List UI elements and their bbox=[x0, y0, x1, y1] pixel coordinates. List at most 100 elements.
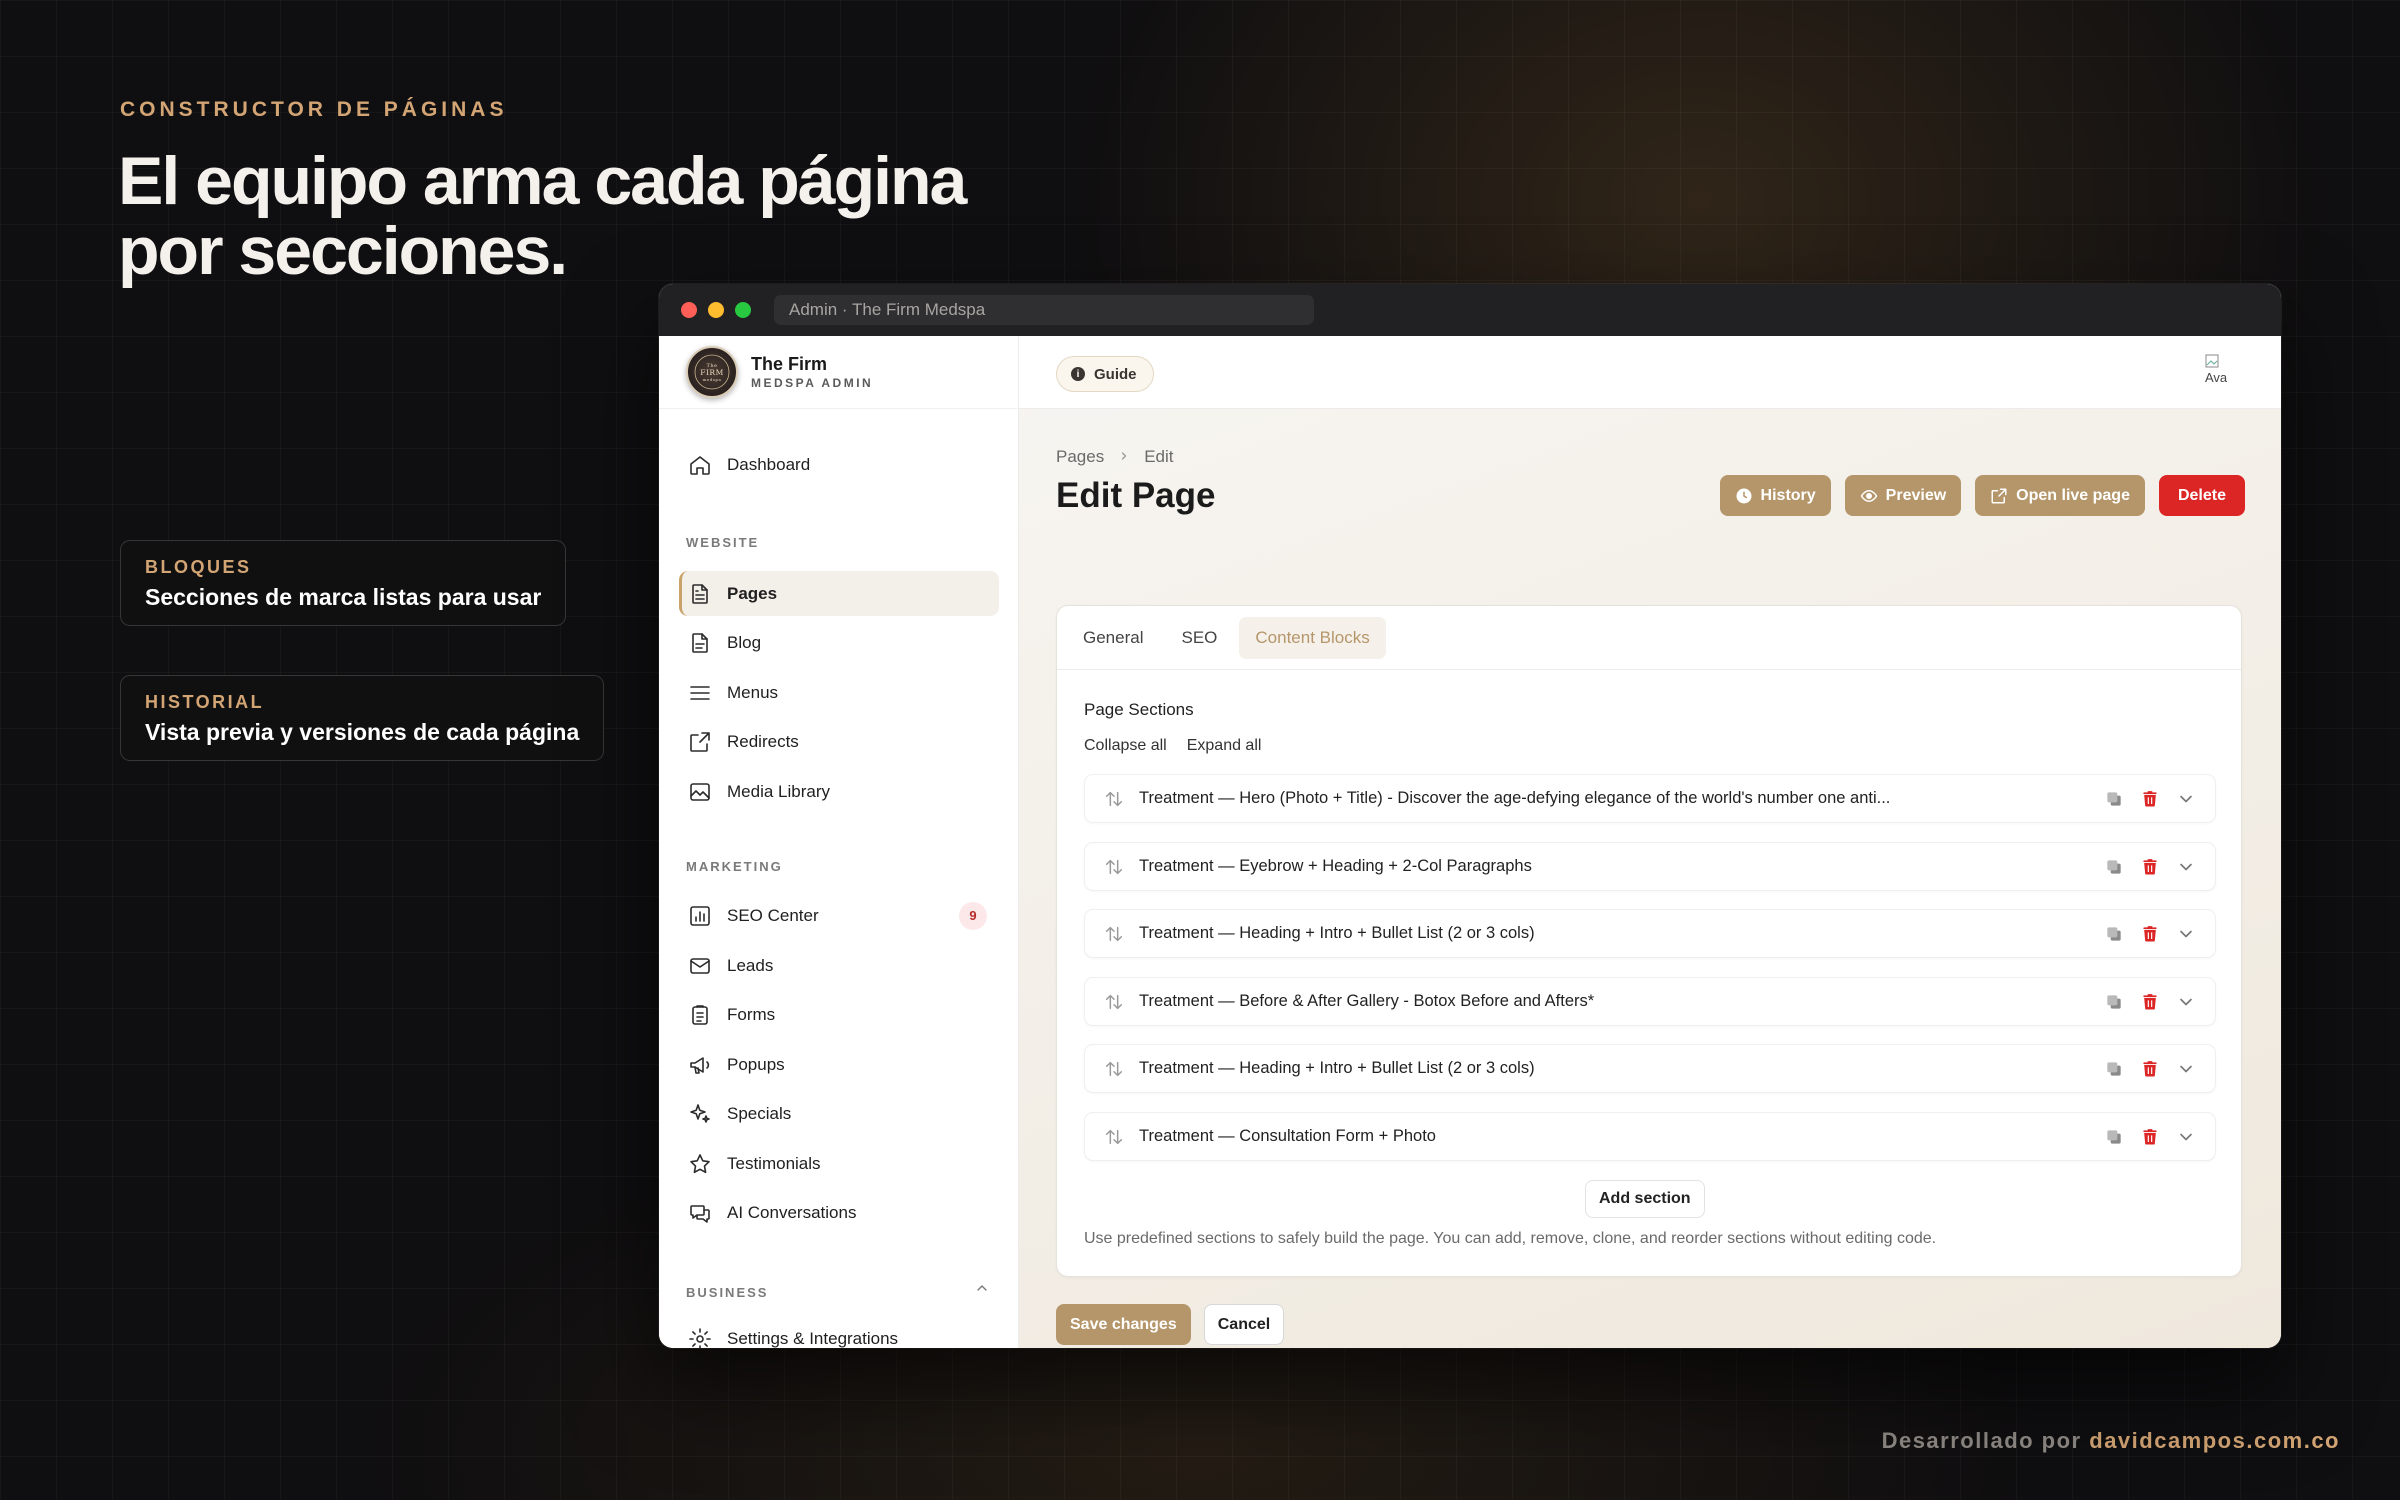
admin-app: The FIRM medspa The Firm MEDSPA ADMIN Da… bbox=[659, 336, 2281, 1348]
section-row[interactable]: Treatment — Heading + Intro + Bullet Lis… bbox=[1084, 1044, 2216, 1093]
slide-headline: El equipo arma cada página por secciones… bbox=[118, 143, 967, 289]
info-icon: i bbox=[1071, 367, 1085, 381]
sidebar-item-ai-conversations[interactable]: AI Conversations bbox=[679, 1190, 999, 1235]
sidebar-item-dashboard[interactable]: Dashboard bbox=[679, 442, 999, 487]
trash-icon[interactable] bbox=[2139, 788, 2161, 810]
copy-icon[interactable] bbox=[2103, 1058, 2125, 1080]
chevron-down-icon[interactable] bbox=[2175, 788, 2197, 810]
close-window-button[interactable] bbox=[681, 302, 697, 318]
sidebar-item-specials[interactable]: Specials bbox=[679, 1091, 999, 1136]
window-title-bar: Admin · The Firm Medspa bbox=[774, 295, 1314, 325]
sidebar-item-label: Dashboard bbox=[727, 454, 811, 474]
tab-seo[interactable]: SEO bbox=[1165, 617, 1233, 659]
sidebar-item-label: AI Conversations bbox=[727, 1202, 857, 1222]
copy-icon[interactable] bbox=[2103, 856, 2125, 878]
section-toggles: Collapse all Expand all bbox=[1084, 737, 1261, 755]
trash-icon[interactable] bbox=[2139, 991, 2161, 1013]
callout-key: HISTORIAL bbox=[145, 692, 265, 712]
sidebar-item-menus[interactable]: Menus bbox=[679, 670, 999, 715]
cancel-button[interactable]: Cancel bbox=[1203, 1304, 1285, 1345]
chevron-right-icon bbox=[1118, 449, 1130, 466]
sparkles-icon bbox=[687, 1101, 713, 1127]
avatar-alt-text: Ava bbox=[2205, 370, 2228, 385]
star-icon bbox=[687, 1151, 713, 1177]
section-row-label: Treatment — Heading + Intro + Bullet Lis… bbox=[1139, 1059, 1535, 1077]
chevron-up-icon[interactable] bbox=[974, 1280, 990, 1296]
sidebar-item-pages[interactable]: Pages bbox=[679, 571, 999, 616]
sidebar-item-forms[interactable]: Forms bbox=[679, 992, 999, 1037]
section-row[interactable]: Treatment — Before & After Gallery - Bot… bbox=[1084, 977, 2216, 1026]
avatar[interactable]: Ava bbox=[2205, 354, 2243, 392]
app-window: Admin · The Firm Medspa The FIRM medspa … bbox=[659, 284, 2281, 1348]
section-row-label: Treatment — Before & After Gallery - Bot… bbox=[1139, 992, 1595, 1010]
copy-icon[interactable] bbox=[2103, 1126, 2125, 1148]
sections-title: Page Sections bbox=[1084, 700, 1194, 719]
chevron-down-icon[interactable] bbox=[2175, 1058, 2197, 1080]
section-row[interactable]: Treatment — Consultation Form + Photo bbox=[1084, 1112, 2216, 1161]
copy-icon[interactable] bbox=[2103, 788, 2125, 810]
section-row[interactable]: Treatment — Eyebrow + Heading + 2-Col Pa… bbox=[1084, 842, 2216, 891]
open-live-page-button[interactable]: Open live page bbox=[1975, 475, 2145, 516]
sidebar-item-media-library[interactable]: Media Library bbox=[679, 769, 999, 814]
tab-content-blocks[interactable]: Content Blocks bbox=[1239, 616, 1386, 659]
reorder-arrows-icon[interactable] bbox=[1103, 788, 1125, 810]
section-row-label: Treatment — Consultation Form + Photo bbox=[1139, 1127, 1436, 1145]
brand-name: The Firm bbox=[751, 354, 828, 374]
guide-button[interactable]: i Guide bbox=[1056, 356, 1154, 392]
breadcrumb-pages[interactable]: Pages bbox=[1056, 447, 1104, 467]
copy-icon[interactable] bbox=[2103, 991, 2125, 1013]
save-changes-button[interactable]: Save changes bbox=[1056, 1304, 1191, 1345]
sidebar-item-settings[interactable]: Settings & Integrations bbox=[679, 1316, 999, 1348]
guide-label: Guide bbox=[1094, 365, 1137, 383]
reorder-arrows-icon[interactable] bbox=[1103, 991, 1125, 1013]
brand-logo: The FIRM medspa bbox=[686, 346, 738, 398]
credit-site: davidcampos.com.co bbox=[2089, 1428, 2340, 1453]
section-label-business: BUSINESS bbox=[686, 1285, 769, 1300]
page-tabs: General SEO Content Blocks bbox=[1057, 606, 2241, 670]
delete-button[interactable]: Delete bbox=[2158, 475, 2245, 516]
page-title: Edit Page bbox=[1056, 476, 1216, 515]
copy-icon[interactable] bbox=[2103, 923, 2125, 945]
eye-icon bbox=[1860, 489, 1877, 502]
tab-general[interactable]: General bbox=[1067, 617, 1159, 659]
form-footer: Save changes Cancel bbox=[1056, 1304, 1285, 1345]
reorder-arrows-icon[interactable] bbox=[1103, 1058, 1125, 1080]
menu-lines-icon bbox=[687, 680, 713, 706]
section-row[interactable]: Treatment — Hero (Photo + Title) - Disco… bbox=[1084, 774, 2216, 823]
chevron-down-icon[interactable] bbox=[2175, 856, 2197, 878]
sidebar-item-blog[interactable]: Blog bbox=[679, 620, 999, 665]
content-card: General SEO Content Blocks Page Sections… bbox=[1056, 605, 2242, 1277]
minimize-window-button[interactable] bbox=[708, 302, 724, 318]
sidebar-item-leads[interactable]: Leads bbox=[679, 943, 999, 988]
maximize-window-button[interactable] bbox=[735, 302, 751, 318]
trash-icon[interactable] bbox=[2139, 1126, 2161, 1148]
reorder-arrows-icon[interactable] bbox=[1103, 1126, 1125, 1148]
trash-icon[interactable] bbox=[2139, 856, 2161, 878]
firm-logo-icon: The FIRM medspa bbox=[694, 354, 730, 390]
sidebar-item-label: Blog bbox=[727, 632, 762, 652]
credit: Desarrollado por davidcampos.com.co bbox=[1882, 1428, 2340, 1454]
sidebar-item-label: Redirects bbox=[727, 731, 799, 751]
add-section-button[interactable]: Add section bbox=[1585, 1180, 1705, 1218]
preview-button[interactable]: Preview bbox=[1844, 475, 1962, 516]
section-row[interactable]: Treatment — Heading + Intro + Bullet Lis… bbox=[1084, 909, 2216, 958]
slide-eyebrow: CONSTRUCTOR DE PÁGINAS bbox=[120, 98, 508, 121]
brand[interactable]: The FIRM medspa The Firm MEDSPA ADMIN bbox=[659, 336, 1018, 409]
sidebar-item-seo-center[interactable]: SEO Center 9 bbox=[679, 893, 999, 938]
delete-label: Delete bbox=[2177, 486, 2226, 504]
callout-bloques: BLOQUES Secciones de marca listas para u… bbox=[120, 540, 567, 626]
chevron-down-icon[interactable] bbox=[2175, 991, 2197, 1013]
trash-icon[interactable] bbox=[2139, 1058, 2161, 1080]
history-button[interactable]: History bbox=[1719, 475, 1831, 516]
image-icon bbox=[687, 779, 713, 805]
collapse-all-button[interactable]: Collapse all bbox=[1084, 737, 1167, 755]
sidebar-item-testimonials[interactable]: Testimonials bbox=[679, 1141, 999, 1186]
reorder-arrows-icon[interactable] bbox=[1103, 923, 1125, 945]
sidebar-item-popups[interactable]: Popups bbox=[679, 1042, 999, 1087]
expand-all-button[interactable]: Expand all bbox=[1187, 737, 1262, 755]
reorder-arrows-icon[interactable] bbox=[1103, 856, 1125, 878]
chevron-down-icon[interactable] bbox=[2175, 1126, 2197, 1148]
chevron-down-icon[interactable] bbox=[2175, 923, 2197, 945]
trash-icon[interactable] bbox=[2139, 923, 2161, 945]
sidebar-item-redirects[interactable]: Redirects bbox=[679, 719, 999, 764]
